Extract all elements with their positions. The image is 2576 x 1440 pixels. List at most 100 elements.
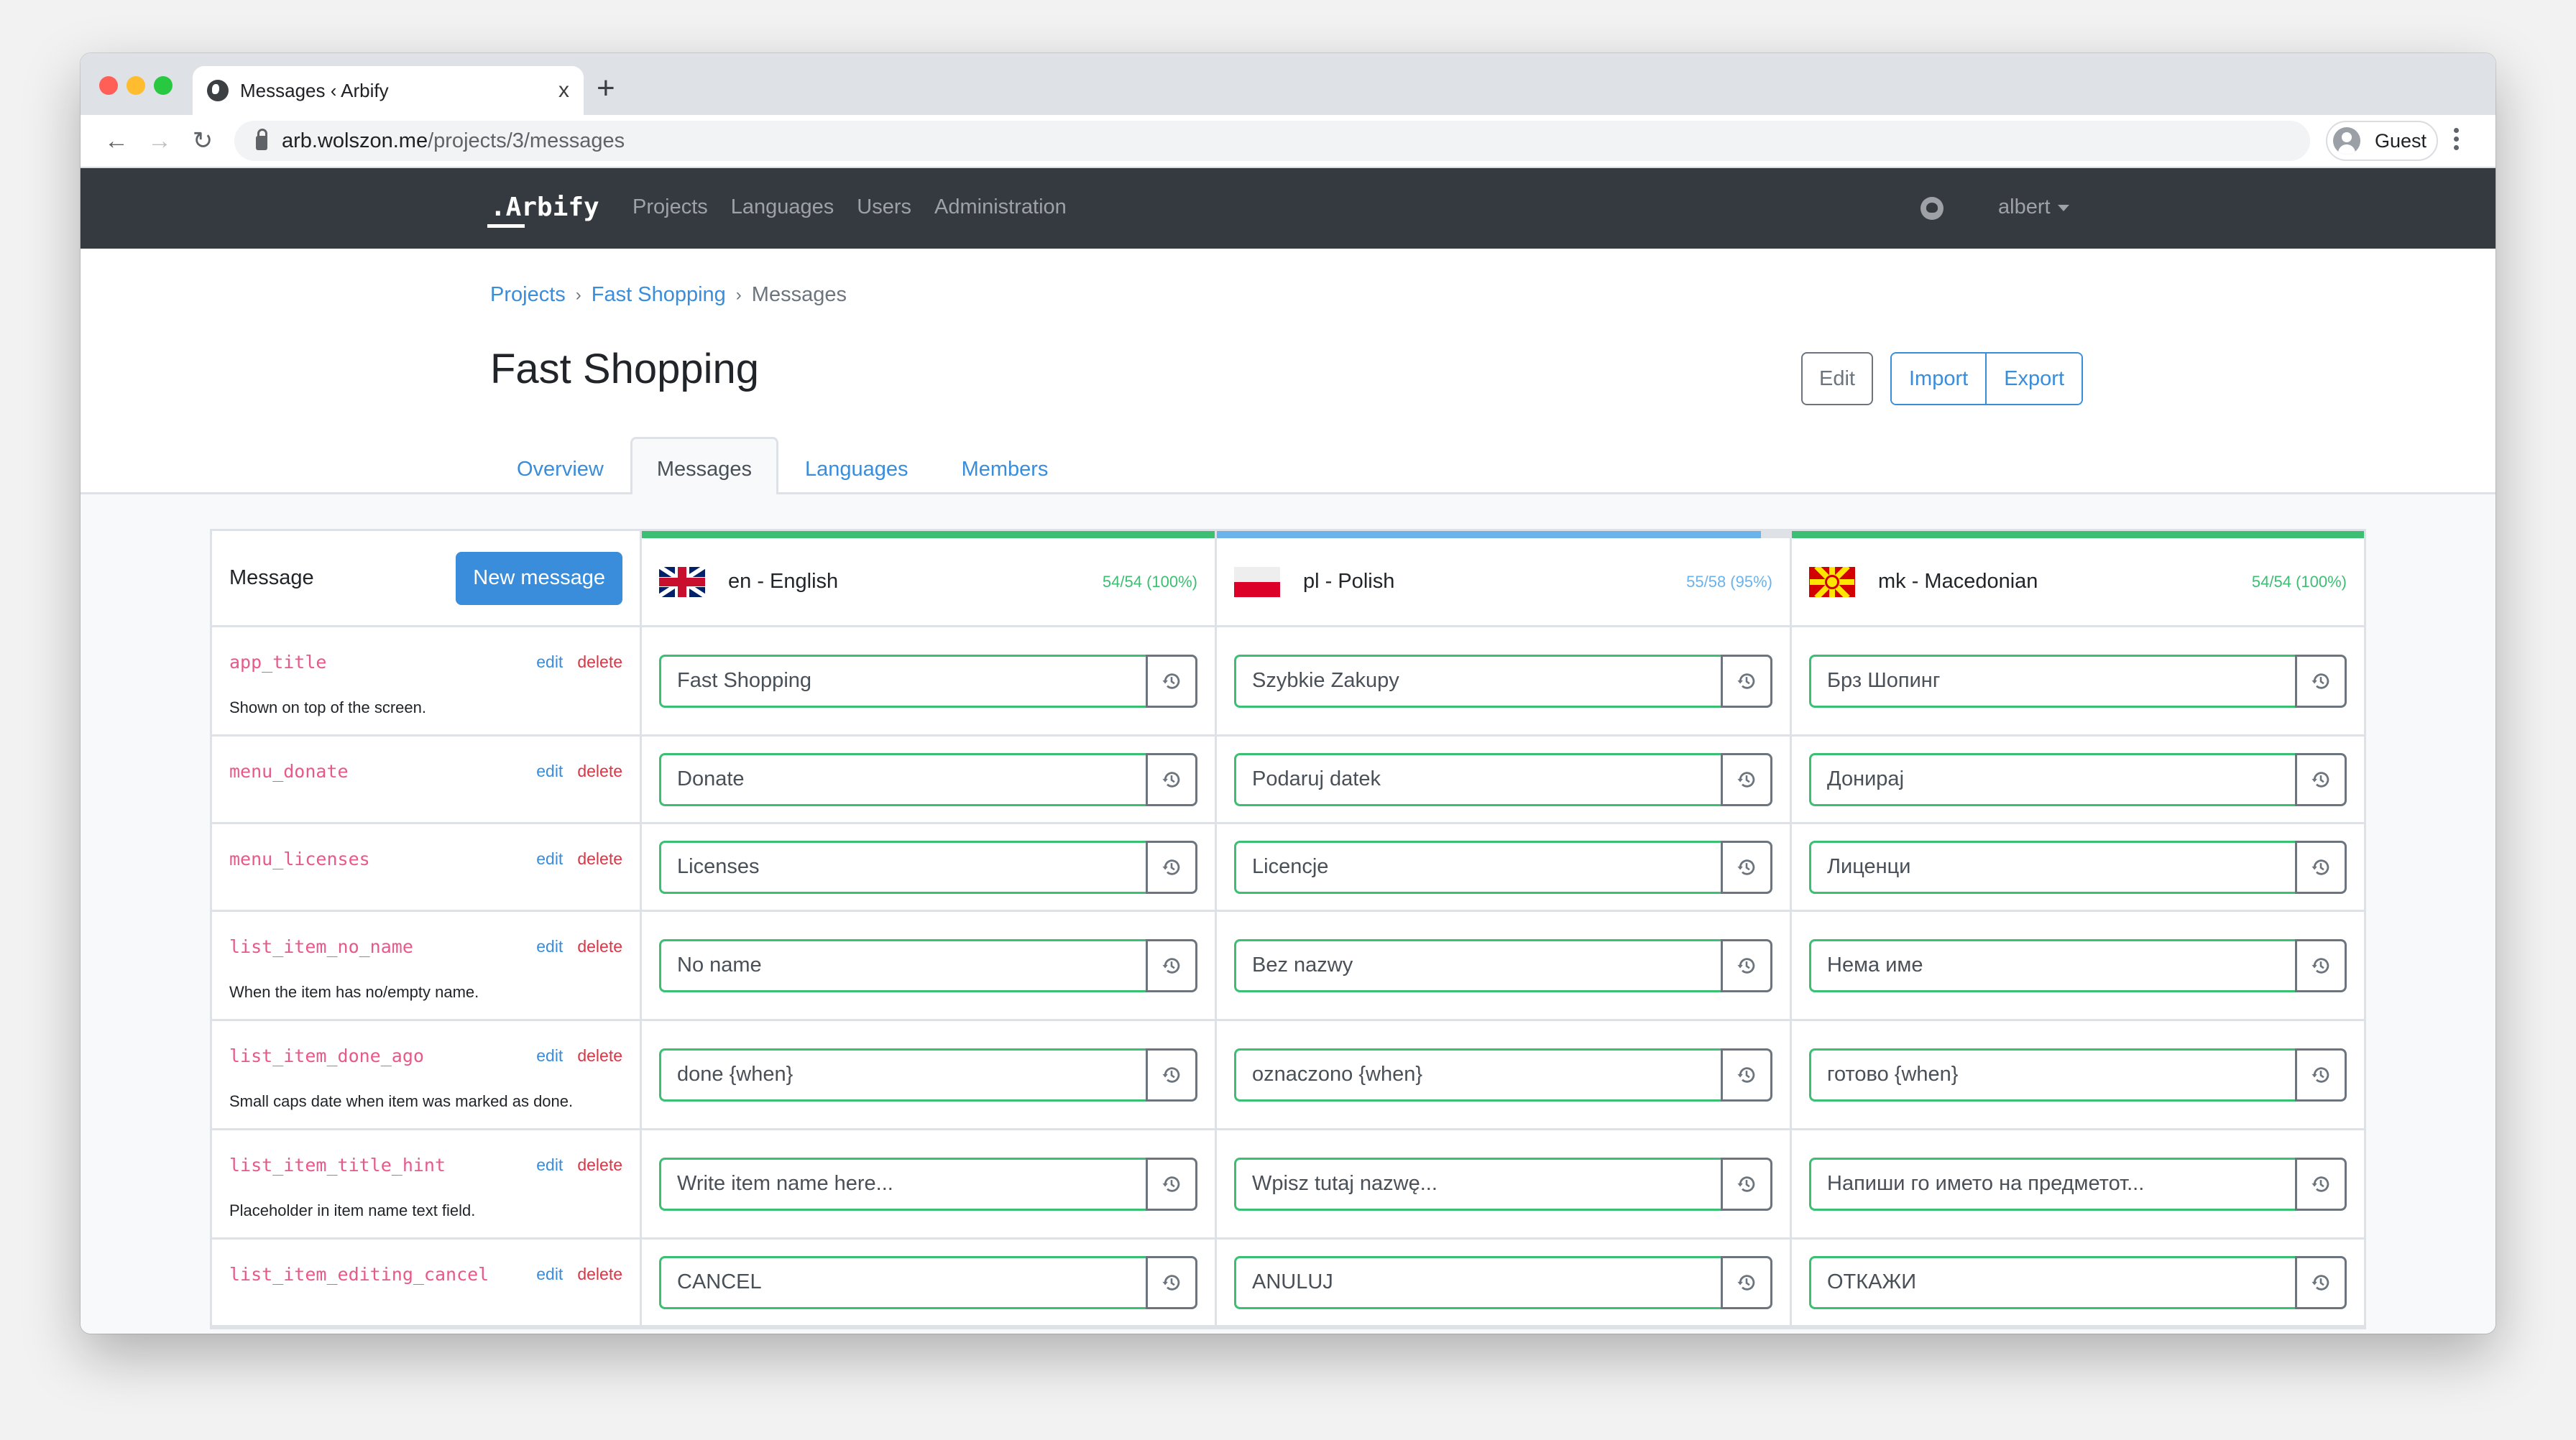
translation-input[interactable]: [1234, 938, 1721, 992]
history-button[interactable]: [1721, 1157, 1772, 1211]
new-message-button[interactable]: New message: [456, 551, 622, 605]
edit-message-link[interactable]: edit: [536, 937, 563, 956]
browser-tab[interactable]: Messages ‹ Arbify x: [193, 66, 584, 115]
nav-projects[interactable]: Projects: [632, 195, 708, 219]
delete-message-link[interactable]: delete: [577, 849, 622, 869]
translation-input[interactable]: [1809, 840, 2295, 894]
history-button[interactable]: [1721, 1048, 1772, 1102]
translation-input[interactable]: [659, 840, 1146, 894]
history-button[interactable]: [1146, 1157, 1197, 1211]
message-row: list_item_title_hint edit delete Placeho…: [212, 1130, 2364, 1240]
message-row: list_item_editing_cancel edit delete: [212, 1240, 2364, 1327]
close-window-button[interactable]: [99, 76, 118, 95]
user-menu[interactable]: albert: [1998, 195, 2069, 219]
nav-administration[interactable]: Administration: [934, 195, 1067, 219]
edit-message-link[interactable]: edit: [536, 1265, 563, 1284]
breadcrumb-projects[interactable]: Projects: [490, 283, 566, 307]
edit-message-link[interactable]: edit: [536, 762, 563, 781]
nav-users[interactable]: Users: [857, 195, 911, 219]
pl-flag-icon: [1234, 566, 1280, 597]
history-button[interactable]: [2295, 1255, 2347, 1309]
minimize-window-button[interactable]: [126, 76, 145, 95]
import-button[interactable]: Import: [1892, 354, 1986, 404]
message-description: Small caps date when item was marked as …: [229, 1092, 574, 1110]
history-button[interactable]: [1721, 752, 1772, 806]
history-icon: [2312, 859, 2329, 875]
edit-message-link[interactable]: edit: [536, 1155, 563, 1175]
translation-input[interactable]: [659, 654, 1146, 708]
history-icon: [1737, 1176, 1755, 1192]
history-button[interactable]: [1146, 1048, 1197, 1102]
brand-logo[interactable]: .Arbify: [487, 193, 599, 228]
history-icon: [1737, 859, 1755, 875]
translation-input[interactable]: [1809, 938, 2295, 992]
browser-menu-icon[interactable]: [2454, 128, 2459, 150]
translation-progress-bar: [642, 531, 1215, 538]
edit-message-link[interactable]: edit: [536, 652, 563, 672]
translation-input[interactable]: [1234, 654, 1721, 708]
history-button[interactable]: [1146, 840, 1197, 894]
history-button[interactable]: [1721, 938, 1772, 992]
delete-message-link[interactable]: delete: [577, 937, 622, 956]
caret-down-icon: [2057, 204, 2069, 211]
maximize-window-button[interactable]: [154, 76, 172, 95]
history-button[interactable]: [2295, 1048, 2347, 1102]
history-button[interactable]: [2295, 752, 2347, 806]
delete-message-link[interactable]: delete: [577, 1155, 622, 1175]
translation-input[interactable]: [1809, 1157, 2295, 1211]
history-button[interactable]: [2295, 938, 2347, 992]
translation-cell: [1217, 737, 1792, 822]
mk-flag-icon: [1809, 566, 1855, 597]
translation-input[interactable]: [1809, 752, 2295, 806]
history-button[interactable]: [1721, 840, 1772, 894]
tab-overview[interactable]: Overview: [490, 437, 630, 494]
delete-message-link[interactable]: delete: [577, 1046, 622, 1066]
forward-button[interactable]: →: [138, 127, 181, 155]
message-row: menu_licenses edit delete: [212, 824, 2364, 912]
translation-input[interactable]: [1809, 654, 2295, 708]
translation-input[interactable]: [1234, 752, 1721, 806]
history-button[interactable]: [2295, 840, 2347, 894]
history-button[interactable]: [1146, 752, 1197, 806]
address-bar[interactable]: arb.wolszon.me/projects/3/messages: [234, 121, 2310, 161]
edit-message-link[interactable]: edit: [536, 849, 563, 869]
tab-messages[interactable]: Messages: [630, 437, 779, 494]
edit-project-button[interactable]: Edit: [1801, 352, 1873, 405]
delete-message-link[interactable]: delete: [577, 1265, 622, 1284]
breadcrumb-project[interactable]: Fast Shopping: [592, 283, 726, 307]
translation-input[interactable]: [659, 1255, 1146, 1309]
translation-cell: [642, 912, 1217, 1019]
history-button[interactable]: [1146, 938, 1197, 992]
translation-input[interactable]: [659, 752, 1146, 806]
history-button[interactable]: [2295, 654, 2347, 708]
translation-input[interactable]: [1809, 1048, 2295, 1102]
history-icon: [2312, 771, 2329, 788]
translation-input[interactable]: [659, 1048, 1146, 1102]
close-tab-icon[interactable]: x: [558, 78, 569, 103]
translation-input[interactable]: [1234, 1157, 1721, 1211]
translation-input[interactable]: [1809, 1255, 2295, 1309]
translation-input-group: [1234, 1048, 1772, 1102]
nav-languages[interactable]: Languages: [731, 195, 834, 219]
delete-message-link[interactable]: delete: [577, 762, 622, 781]
translation-input[interactable]: [1234, 1048, 1721, 1102]
profile-button[interactable]: Guest: [2326, 121, 2438, 161]
tab-languages[interactable]: Languages: [778, 437, 935, 494]
history-button[interactable]: [1146, 654, 1197, 708]
history-button[interactable]: [1721, 654, 1772, 708]
tab-members[interactable]: Members: [935, 437, 1075, 494]
reload-button[interactable]: ↻: [181, 126, 224, 155]
history-button[interactable]: [1146, 1255, 1197, 1309]
history-button[interactable]: [1721, 1255, 1772, 1309]
delete-message-link[interactable]: delete: [577, 652, 622, 672]
history-button[interactable]: [2295, 1157, 2347, 1211]
translation-input[interactable]: [1234, 840, 1721, 894]
translation-input[interactable]: [659, 938, 1146, 992]
translation-input[interactable]: [1234, 1255, 1721, 1309]
github-icon[interactable]: [1920, 197, 1944, 220]
export-button[interactable]: Export: [1985, 354, 2082, 404]
edit-message-link[interactable]: edit: [536, 1046, 563, 1066]
translation-input[interactable]: [659, 1157, 1146, 1211]
new-tab-button[interactable]: +: [597, 70, 615, 106]
back-button[interactable]: ←: [95, 127, 138, 155]
